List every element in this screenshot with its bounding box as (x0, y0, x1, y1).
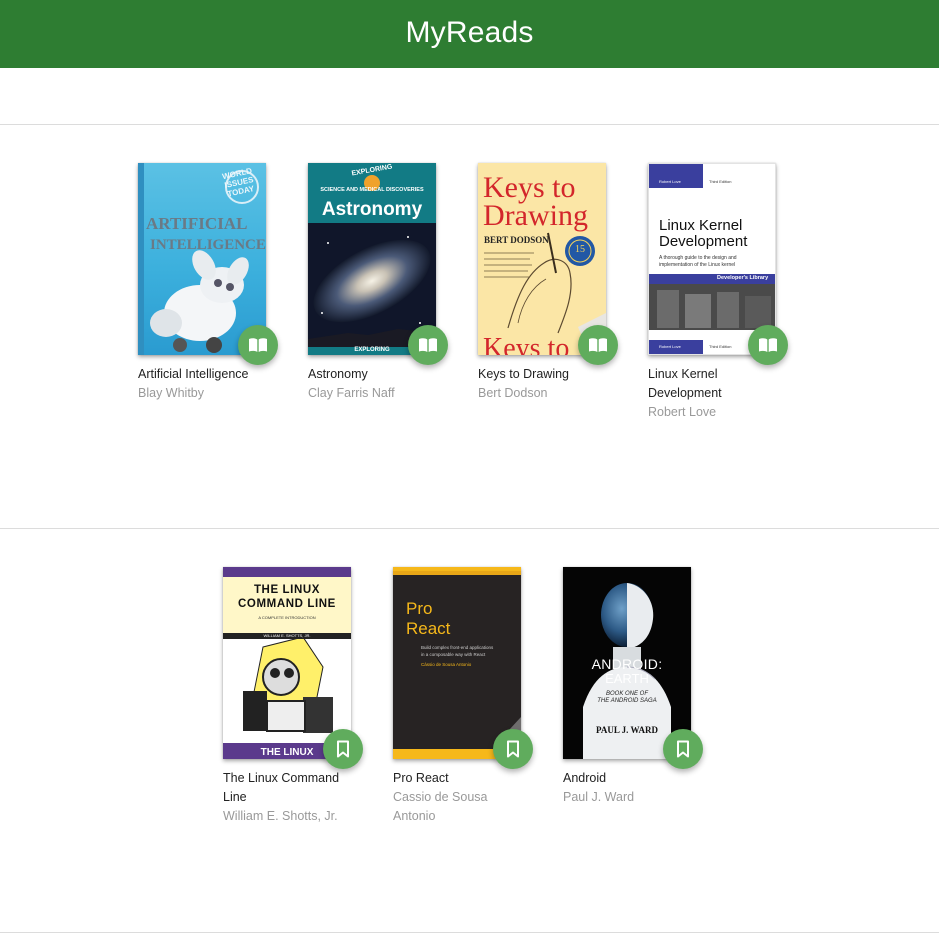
open-book-icon (419, 338, 437, 352)
book-title-line: The Linux Command (223, 771, 340, 785)
open-book-button[interactable] (578, 325, 618, 365)
book-authors: William E. Shotts, Jr. (223, 809, 338, 823)
book-author-line: Cassio de Sousa (393, 790, 488, 804)
book-title-line: Linux Kernel (648, 367, 718, 381)
book-title: Pro React (393, 771, 449, 785)
open-book-button[interactable] (238, 325, 278, 365)
book-title-line: Development (648, 386, 722, 400)
book-authors: Robert Love (648, 405, 717, 419)
book-title: Android (563, 771, 607, 785)
book-authors: Paul J. Ward (563, 790, 635, 804)
book-authors: Cassio de Sousa Antonio (393, 788, 533, 826)
book-cover[interactable]: Robert Love Third Edition Linux Kernel D… (648, 163, 776, 355)
book-authors: Bert Dodson (478, 386, 548, 400)
bookmark-icon (507, 740, 519, 758)
open-book-icon (759, 338, 777, 352)
app-title: MyReads (405, 16, 534, 49)
book-title: Linux Kernel Development (648, 365, 788, 403)
book-title: Artificial Intelligence (138, 367, 249, 381)
open-book-button[interactable] (748, 325, 788, 365)
svg-text:ARTIFICIAL: ARTIFICIAL (146, 214, 247, 233)
book-authors: Clay Farris Naff (308, 386, 395, 400)
svg-text:INTELLIGENCE: INTELLIGENCE (150, 237, 266, 253)
open-book-icon (249, 338, 267, 352)
book-title: The Linux Command Line (223, 769, 363, 807)
book-title: Astronomy (308, 367, 368, 381)
bookmark-button[interactable] (323, 729, 363, 769)
book-cover[interactable]: ANDROID: EARTH BOOK ONE OF THE ANDROID S… (563, 567, 691, 759)
book-cover[interactable]: Keys to Drawing BERT DODSON 15 Keys to (478, 163, 606, 355)
book-cover[interactable]: THE LINUX COMMAND LINE A COMPLETE INTROD… (223, 567, 351, 759)
shelf-divider (0, 528, 939, 529)
book-cover[interactable]: EXPLORING SCIENCE AND MEDICAL DISCOVERIE… (308, 163, 436, 355)
book-author-line: Antonio (393, 809, 436, 823)
shelf-divider (0, 932, 939, 933)
bookmark-icon (677, 740, 689, 758)
book-cover[interactable]: ARTIFICIAL INTELLIGENCE WORLD ISSUES TOD… (138, 163, 266, 355)
bookmark-button[interactable] (663, 729, 703, 769)
book-authors: Blay Whitby (138, 386, 204, 400)
bookmark-button[interactable] (493, 729, 533, 769)
book-title: Keys to Drawing (478, 367, 570, 381)
book-cover[interactable]: Pro React Build complex front-end applic… (393, 567, 521, 759)
open-book-icon (589, 338, 607, 352)
app-header: MyReads (0, 0, 939, 68)
open-book-button[interactable] (408, 325, 448, 365)
book-title-line: Line (223, 790, 247, 804)
bookmark-icon (337, 740, 349, 758)
shelf-divider (0, 124, 939, 125)
